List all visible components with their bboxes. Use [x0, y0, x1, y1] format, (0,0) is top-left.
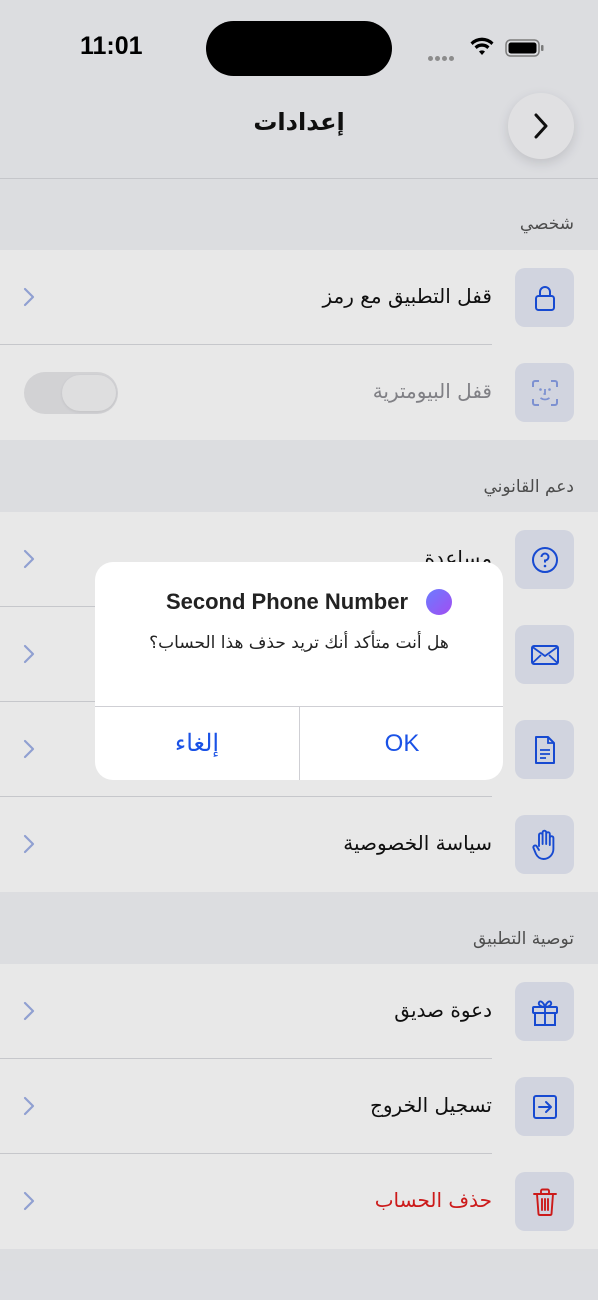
app-logo-icon [426, 589, 452, 615]
delete-confirm-dialog: Second Phone Number هل أنت متأكد أنك تري… [95, 562, 503, 780]
dialog-message: هل أنت متأكد أنك تريد حذف هذا الحساب؟ [149, 633, 449, 653]
cancel-button[interactable]: إلغاء [95, 707, 299, 780]
ok-button[interactable]: OK [300, 707, 503, 780]
dialog-title-text: Second Phone Number [165, 589, 409, 614]
